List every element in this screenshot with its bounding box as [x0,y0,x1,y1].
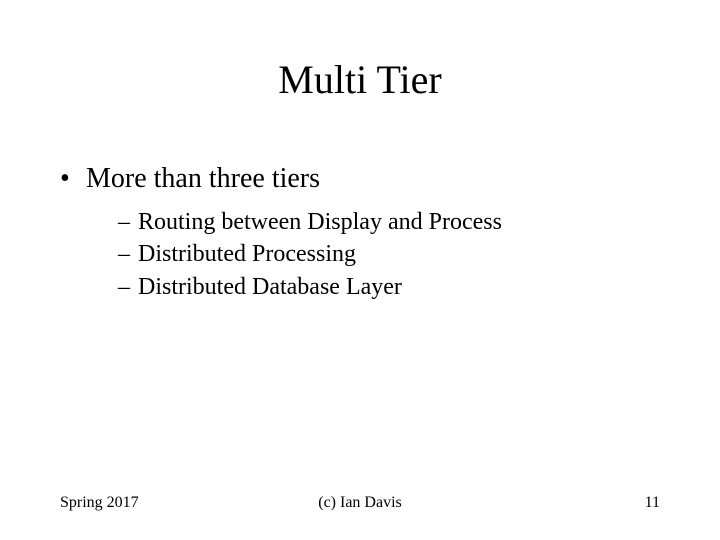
bullet-level1-text: More than three tiers [86,163,320,194]
slide-footer: Spring 2017 (c) Ian Davis 11 [60,494,660,512]
slide-title: Multi Tier [0,56,720,103]
slide: Multi Tier More than three tiers Routing… [0,0,720,540]
bullet-level2-text: Routing between Display and Process [138,209,502,235]
bullet-list-level1: More than three tiers Routing between Di… [60,160,660,303]
footer-right: 11 [645,494,660,512]
bullet-level2-text: Distributed Database Layer [138,274,402,300]
bullet-level1-item: More than three tiers Routing between Di… [60,160,660,303]
footer-left: Spring 2017 [60,494,139,512]
bullet-list-level2: Routing between Display and Process Dist… [86,206,660,303]
bullet-level2-text: Distributed Processing [138,241,356,267]
bullet-level2-item: Routing between Display and Process [118,206,660,238]
bullet-level2-item: Distributed Database Layer [118,271,660,303]
bullet-level2-item: Distributed Processing [118,238,660,270]
slide-body: More than three tiers Routing between Di… [60,160,660,309]
footer-center: (c) Ian Davis [60,494,660,512]
